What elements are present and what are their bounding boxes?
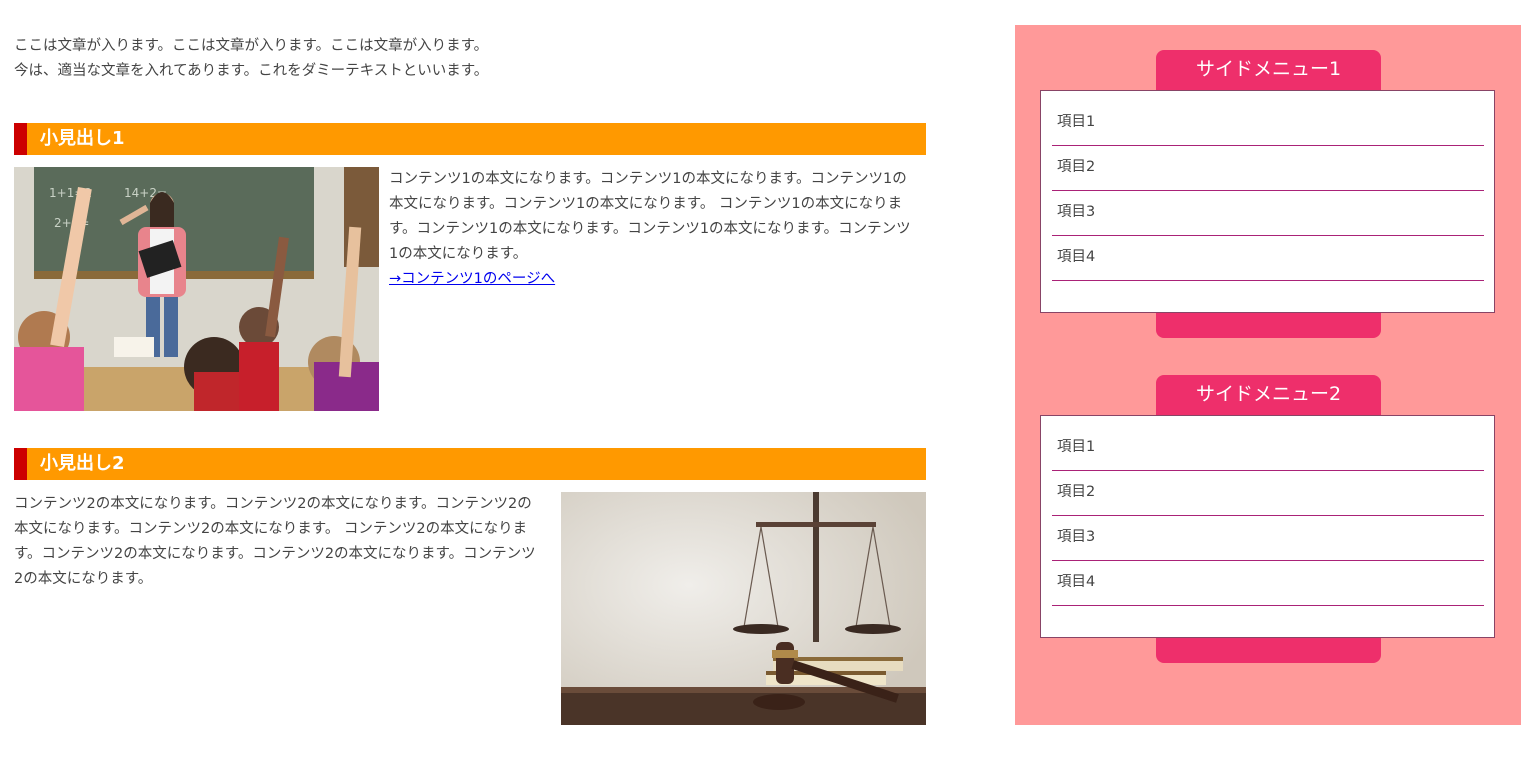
side-menu-1-title: サイドメニュー1 [1156, 50, 1381, 91]
side-menu-2-item-1[interactable]: 項目1 [1052, 426, 1484, 471]
intro-line-1: ここは文章が入ります。ここは文章が入ります。ここは文章が入ります。 [14, 38, 489, 54]
section-1-body: コンテンツ1の本文になります。コンテンツ1の本文になります。コンテンツ1の本文に… [389, 171, 911, 262]
side-menu-1-item-1[interactable]: 項目1 [1052, 101, 1484, 146]
side-menu-2-item-2[interactable]: 項目2 [1052, 471, 1484, 516]
side-menu-2-item-4[interactable]: 項目4 [1052, 561, 1484, 606]
side-menu-1-footer-tab [1156, 313, 1381, 338]
intro-text: ここは文章が入ります。ここは文章が入ります。ここは文章が入ります。 今は、適当な… [14, 34, 926, 84]
section-1-link[interactable]: →コンテンツ1のページへ [389, 271, 555, 287]
side-menu-2-title: サイドメニュー2 [1156, 375, 1381, 416]
classroom-photo: 1+1=2 14+2= 2+3= [14, 167, 379, 411]
side-menu-1-item-2[interactable]: 項目2 [1052, 146, 1484, 191]
section-1-text: コンテンツ1の本文になります。コンテンツ1の本文になります。コンテンツ1の本文に… [389, 167, 915, 292]
scales-gavel-photo [561, 492, 926, 725]
section-2-text: コンテンツ2の本文になります。コンテンツ2の本文になります。コンテンツ2の本文に… [14, 492, 540, 592]
side-menu-1-item-4[interactable]: 項目4 [1052, 236, 1484, 281]
sidebar: サイドメニュー1 項目1 項目2 項目3 項目4 サイドメニュー2 項目1 項目… [1015, 25, 1521, 725]
section-2-body: コンテンツ2の本文になります。コンテンツ2の本文になります。コンテンツ2の本文に… [14, 496, 536, 587]
side-menu-2-item-3[interactable]: 項目3 [1052, 516, 1484, 561]
main-content: ここは文章が入ります。ここは文章が入ります。ここは文章が入ります。 今は、適当な… [14, 34, 926, 725]
section-2-heading: 小見出し2 [14, 448, 926, 480]
side-menu-1-box: 項目1 項目2 項目3 項目4 [1040, 90, 1495, 313]
intro-line-2: 今は、適当な文章を入れてあります。これをダミーテキストといいます。 [14, 63, 489, 79]
section-1-heading: 小見出し1 [14, 123, 926, 155]
side-menu-1-item-3[interactable]: 項目3 [1052, 191, 1484, 236]
side-menu-2-box: 項目1 項目2 項目3 項目4 [1040, 415, 1495, 638]
side-menu-2-footer-tab [1156, 638, 1381, 663]
